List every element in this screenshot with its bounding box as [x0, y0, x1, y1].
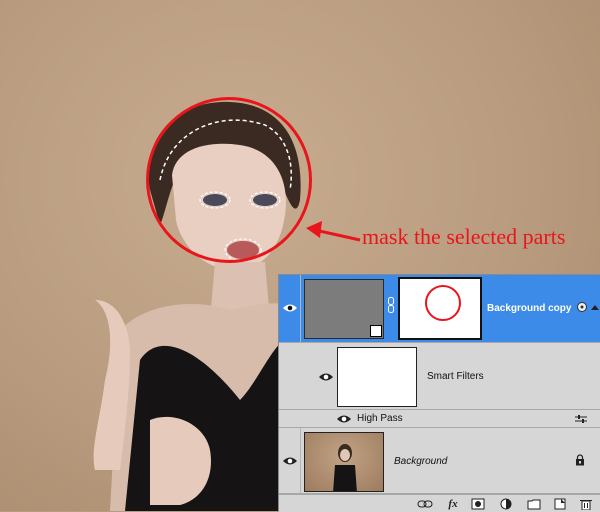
- smart-object-icon: [370, 325, 382, 337]
- layer-thumbnail[interactable]: [304, 432, 384, 492]
- layer-background[interactable]: Background: [279, 428, 600, 494]
- eye-icon: [283, 304, 297, 312]
- new-layer-icon[interactable]: [553, 498, 567, 510]
- mask-highlight-circle: [425, 285, 461, 321]
- smart-filters-label: Smart Filters: [427, 371, 484, 382]
- high-pass-filter-row[interactable]: High Pass: [279, 410, 600, 428]
- layers-panel: Background copy Smart Filters High Pass: [278, 274, 600, 512]
- eye-icon: [283, 457, 297, 465]
- adjustment-icon[interactable]: [499, 498, 513, 510]
- layer-name[interactable]: Background copy: [487, 303, 571, 314]
- eye-icon[interactable]: [337, 414, 351, 424]
- lock-icon: [576, 454, 584, 466]
- layers-panel-footer: fx: [279, 494, 600, 512]
- layer-name[interactable]: Background: [394, 456, 447, 467]
- annotation-label: mask the selected parts: [362, 224, 566, 249]
- visibility-toggle[interactable]: [279, 428, 301, 493]
- visibility-toggle[interactable]: [279, 275, 301, 342]
- high-pass-label: High Pass: [357, 413, 403, 424]
- layer-thumbnail[interactable]: [304, 279, 384, 339]
- fx-icon[interactable]: fx: [445, 498, 461, 510]
- group-icon[interactable]: [527, 498, 541, 510]
- eye-icon[interactable]: [319, 372, 333, 382]
- filter-options-icon[interactable]: [577, 302, 587, 312]
- scroll-up-icon[interactable]: [591, 305, 599, 310]
- filter-mask-thumbnail[interactable]: [337, 347, 417, 407]
- link-icon[interactable]: [417, 498, 433, 510]
- add-mask-icon[interactable]: [471, 498, 485, 510]
- layer-mask-thumbnail[interactable]: [398, 277, 482, 340]
- layer-background-copy[interactable]: Background copy: [279, 275, 600, 343]
- smart-filters-row[interactable]: Smart Filters: [279, 343, 600, 410]
- chain-link-icon[interactable]: [388, 297, 394, 313]
- trash-icon[interactable]: [579, 498, 593, 510]
- blending-options-icon[interactable]: [575, 414, 587, 424]
